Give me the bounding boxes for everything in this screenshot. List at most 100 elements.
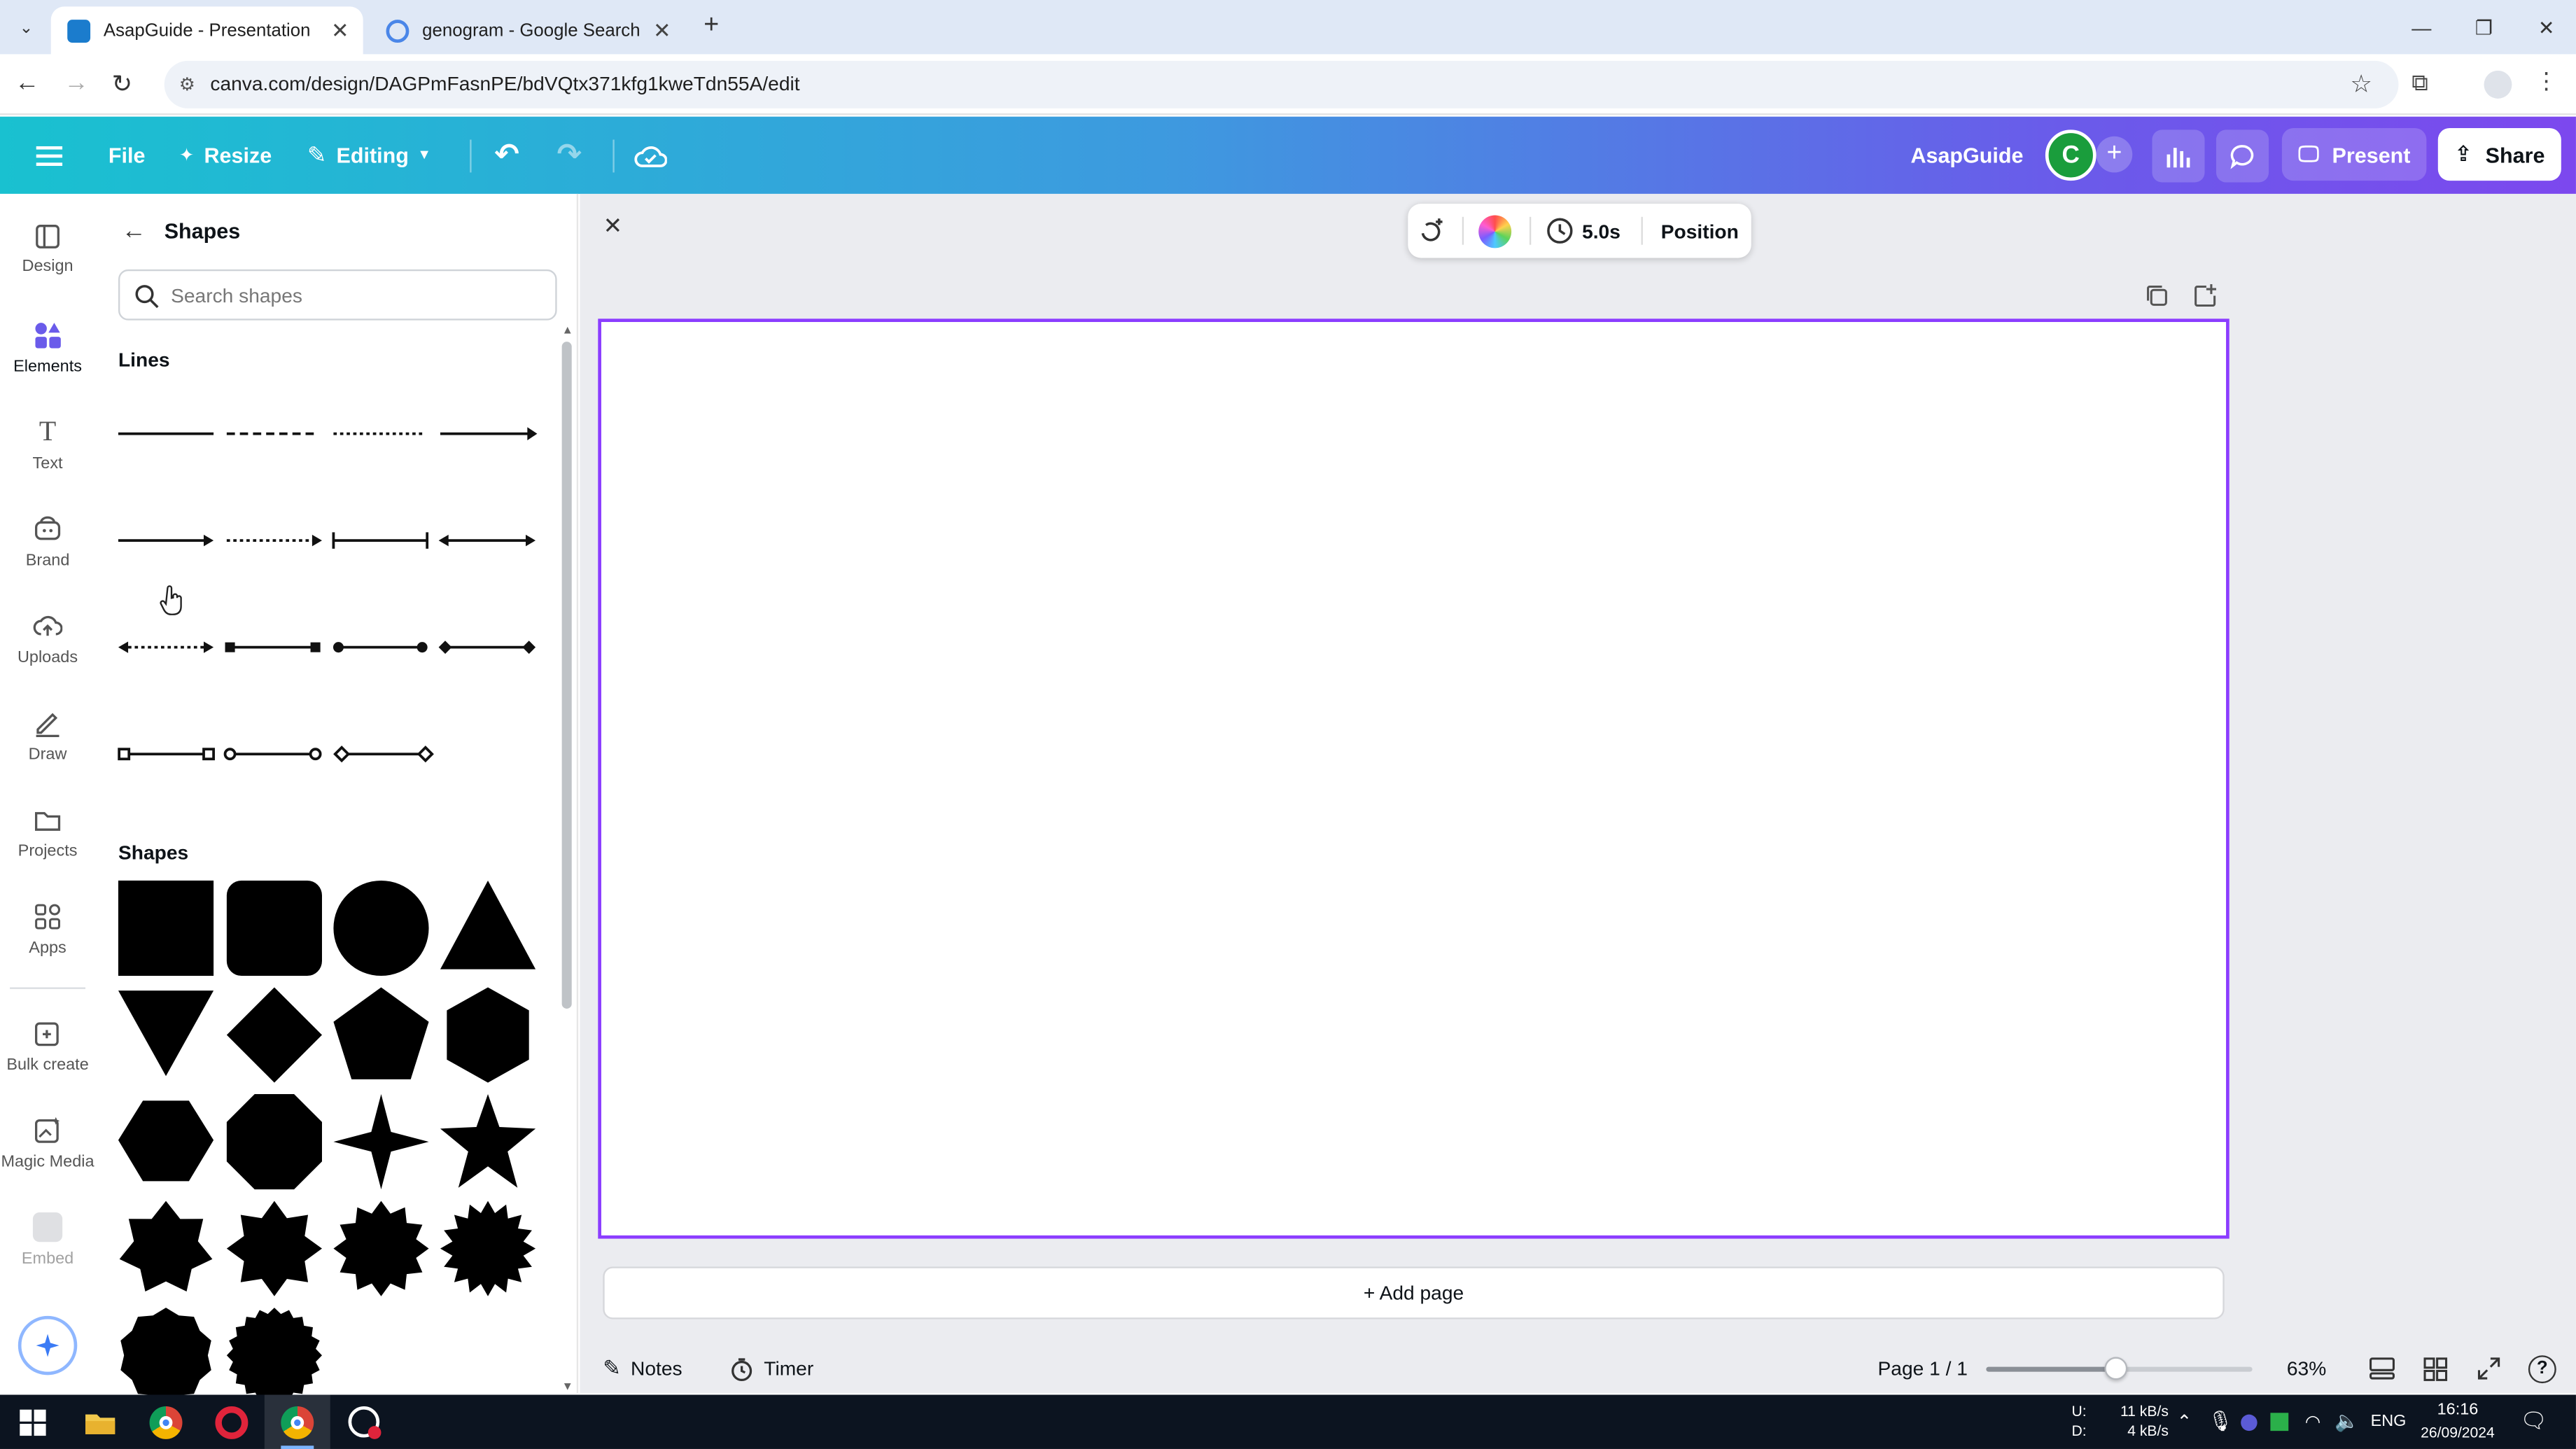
grid-view-icon[interactable]: [2423, 1344, 2448, 1393]
close-panel-icon[interactable]: ✕: [598, 212, 627, 241]
redo-icon[interactable]: ↷: [557, 117, 582, 194]
position-button[interactable]: Position: [1661, 204, 1739, 258]
user-avatar[interactable]: C: [2045, 130, 2096, 181]
line-dotted-double-arrow[interactable]: [118, 641, 214, 653]
help-icon[interactable]: ?: [2528, 1344, 2556, 1393]
project-name[interactable]: AsapGuide: [1910, 117, 2023, 194]
rail-item-brand[interactable]: Brand: [0, 514, 95, 570]
line-dotted-arrow[interactable]: [226, 534, 322, 547]
profile-avatar[interactable]: [2484, 70, 2512, 99]
comment-icon[interactable]: [2216, 130, 2269, 183]
zoom-level[interactable]: 63%: [2287, 1344, 2326, 1393]
twenty-point-burst-shape[interactable]: [226, 1308, 322, 1396]
tray-chevron-icon[interactable]: ⌃: [2177, 1411, 2192, 1432]
back-arrow-icon[interactable]: ←: [122, 217, 146, 245]
zoom-slider[interactable]: [1986, 1357, 2253, 1380]
reload-icon[interactable]: ↻: [112, 69, 141, 99]
file-menu-button[interactable]: File: [108, 117, 146, 194]
add-page-button[interactable]: + Add page: [603, 1266, 2225, 1320]
fullscreen-icon[interactable]: [2477, 1344, 2500, 1393]
minimize-icon[interactable]: —: [2390, 0, 2453, 54]
scroll-down-icon[interactable]: ▼: [562, 1382, 573, 1393]
extensions-icon[interactable]: ⧉: [2412, 69, 2441, 99]
line-arrow[interactable]: [440, 427, 538, 440]
line-diamond-ends[interactable]: [438, 640, 536, 654]
rail-item-projects[interactable]: Projects: [0, 805, 95, 861]
four-point-star-shape[interactable]: [333, 1094, 429, 1190]
clock-date[interactable]: 26/09/2024: [2415, 1424, 2500, 1441]
rounded-square-shape[interactable]: [226, 880, 322, 976]
bookmark-star-icon[interactable]: ☆: [2350, 69, 2372, 99]
add-collaborator-icon[interactable]: +: [2096, 136, 2133, 173]
horizontal-hexagon-shape[interactable]: [118, 1100, 214, 1182]
animate-icon[interactable]: [1416, 204, 1446, 258]
insights-icon[interactable]: [2152, 130, 2205, 183]
ten-point-burst-shape[interactable]: [120, 1308, 211, 1396]
rail-item-embed[interactable]: Embed: [0, 1212, 95, 1268]
page-indicator[interactable]: Page 1 / 1: [1878, 1344, 1968, 1393]
tab-genogram[interactable]: genogram - Google Search ✕: [373, 6, 685, 54]
cloud-save-icon[interactable]: [634, 117, 667, 194]
line-hollow-diamond-ends[interactable]: [333, 746, 434, 763]
twelve-point-star-shape[interactable]: [333, 1200, 429, 1296]
notes-button[interactable]: ✎ Notes: [603, 1344, 682, 1393]
timing-button[interactable]: 5.0s: [1546, 204, 1620, 258]
restore-icon[interactable]: ❐: [2453, 0, 2515, 54]
present-button[interactable]: 🖵 Present: [2281, 128, 2427, 181]
rail-item-bulk-create[interactable]: Bulk create: [0, 1018, 95, 1074]
triangle-shape[interactable]: [440, 880, 536, 969]
language-indicator[interactable]: ENG: [2371, 1413, 2407, 1431]
hexagon-shape[interactable]: [447, 987, 529, 1083]
rail-item-design[interactable]: Design: [0, 223, 95, 276]
panel-scrollbar-thumb[interactable]: [561, 342, 572, 1009]
chrome-icon[interactable]: [133, 1395, 199, 1449]
line-circle-ends[interactable]: [332, 642, 428, 653]
back-icon[interactable]: ←: [15, 69, 44, 99]
microphone-icon[interactable]: 🎙: [2208, 1410, 2233, 1433]
line-hollow-circle-ends[interactable]: [223, 748, 322, 761]
zoom-slider-thumb[interactable]: [2105, 1357, 2129, 1380]
share-button[interactable]: ⇪ Share: [2437, 128, 2561, 181]
rail-item-magic-media[interactable]: Magic Media: [0, 1116, 95, 1171]
new-tab-icon[interactable]: +: [696, 11, 726, 41]
browser-menu-icon[interactable]: ⋮: [2535, 67, 2558, 100]
line-arrow-thin[interactable]: [118, 534, 214, 547]
scroll-up-icon[interactable]: ▲: [562, 326, 573, 337]
circle-shape[interactable]: [333, 880, 429, 976]
add-page-icon[interactable]: [2192, 283, 2218, 309]
forward-icon[interactable]: →: [64, 69, 94, 99]
windows-start-icon[interactable]: [0, 1395, 66, 1449]
search-input[interactable]: Search shapes: [118, 269, 557, 321]
timer-button[interactable]: Timer: [729, 1344, 813, 1393]
tray-app-icon[interactable]: [2241, 1414, 2258, 1432]
close-tab-icon[interactable]: ✕: [327, 18, 354, 44]
pentagon-shape[interactable]: [333, 987, 429, 1079]
rail-item-apps[interactable]: Apps: [0, 902, 95, 958]
tray-nvidia-icon[interactable]: [2270, 1413, 2289, 1432]
magic-assistant-button[interactable]: [18, 1315, 78, 1376]
diamond-shape[interactable]: [226, 987, 322, 1083]
close-tab-icon[interactable]: ✕: [649, 18, 676, 44]
line-double-arrow[interactable]: [438, 534, 536, 547]
opera-icon[interactable]: [199, 1395, 265, 1449]
sixteen-point-star-shape[interactable]: [440, 1200, 536, 1296]
notifications-icon[interactable]: 🗨: [2520, 1408, 2547, 1434]
resize-button[interactable]: ✦ Resize: [179, 117, 272, 194]
line-bar-ends[interactable]: [332, 532, 429, 549]
close-window-icon[interactable]: ✕: [2515, 0, 2576, 54]
line-hollow-square-ends[interactable]: [118, 748, 215, 761]
seven-point-star-shape[interactable]: [119, 1200, 213, 1292]
rail-item-text[interactable]: T Text: [0, 416, 95, 473]
editing-mode-button[interactable]: ✎ Editing ▾: [307, 117, 428, 194]
clock-app-icon[interactable]: [330, 1395, 396, 1449]
undo-icon[interactable]: ↶: [494, 117, 519, 194]
design-page[interactable]: [598, 318, 2230, 1239]
wifi-icon[interactable]: ◠: [2305, 1411, 2321, 1432]
site-info-icon[interactable]: ⚙: [179, 74, 195, 95]
tab-search-icon[interactable]: ⌄: [13, 15, 40, 41]
main-menu-icon[interactable]: [29, 117, 69, 194]
address-bar[interactable]: ⚙ canva.com/design/DAGPmFasnPE/bdVQtx371…: [164, 60, 2399, 108]
chrome-active-icon[interactable]: [264, 1394, 330, 1449]
eight-point-star-shape[interactable]: [226, 1200, 322, 1296]
volume-icon[interactable]: 🔈: [2334, 1410, 2359, 1433]
